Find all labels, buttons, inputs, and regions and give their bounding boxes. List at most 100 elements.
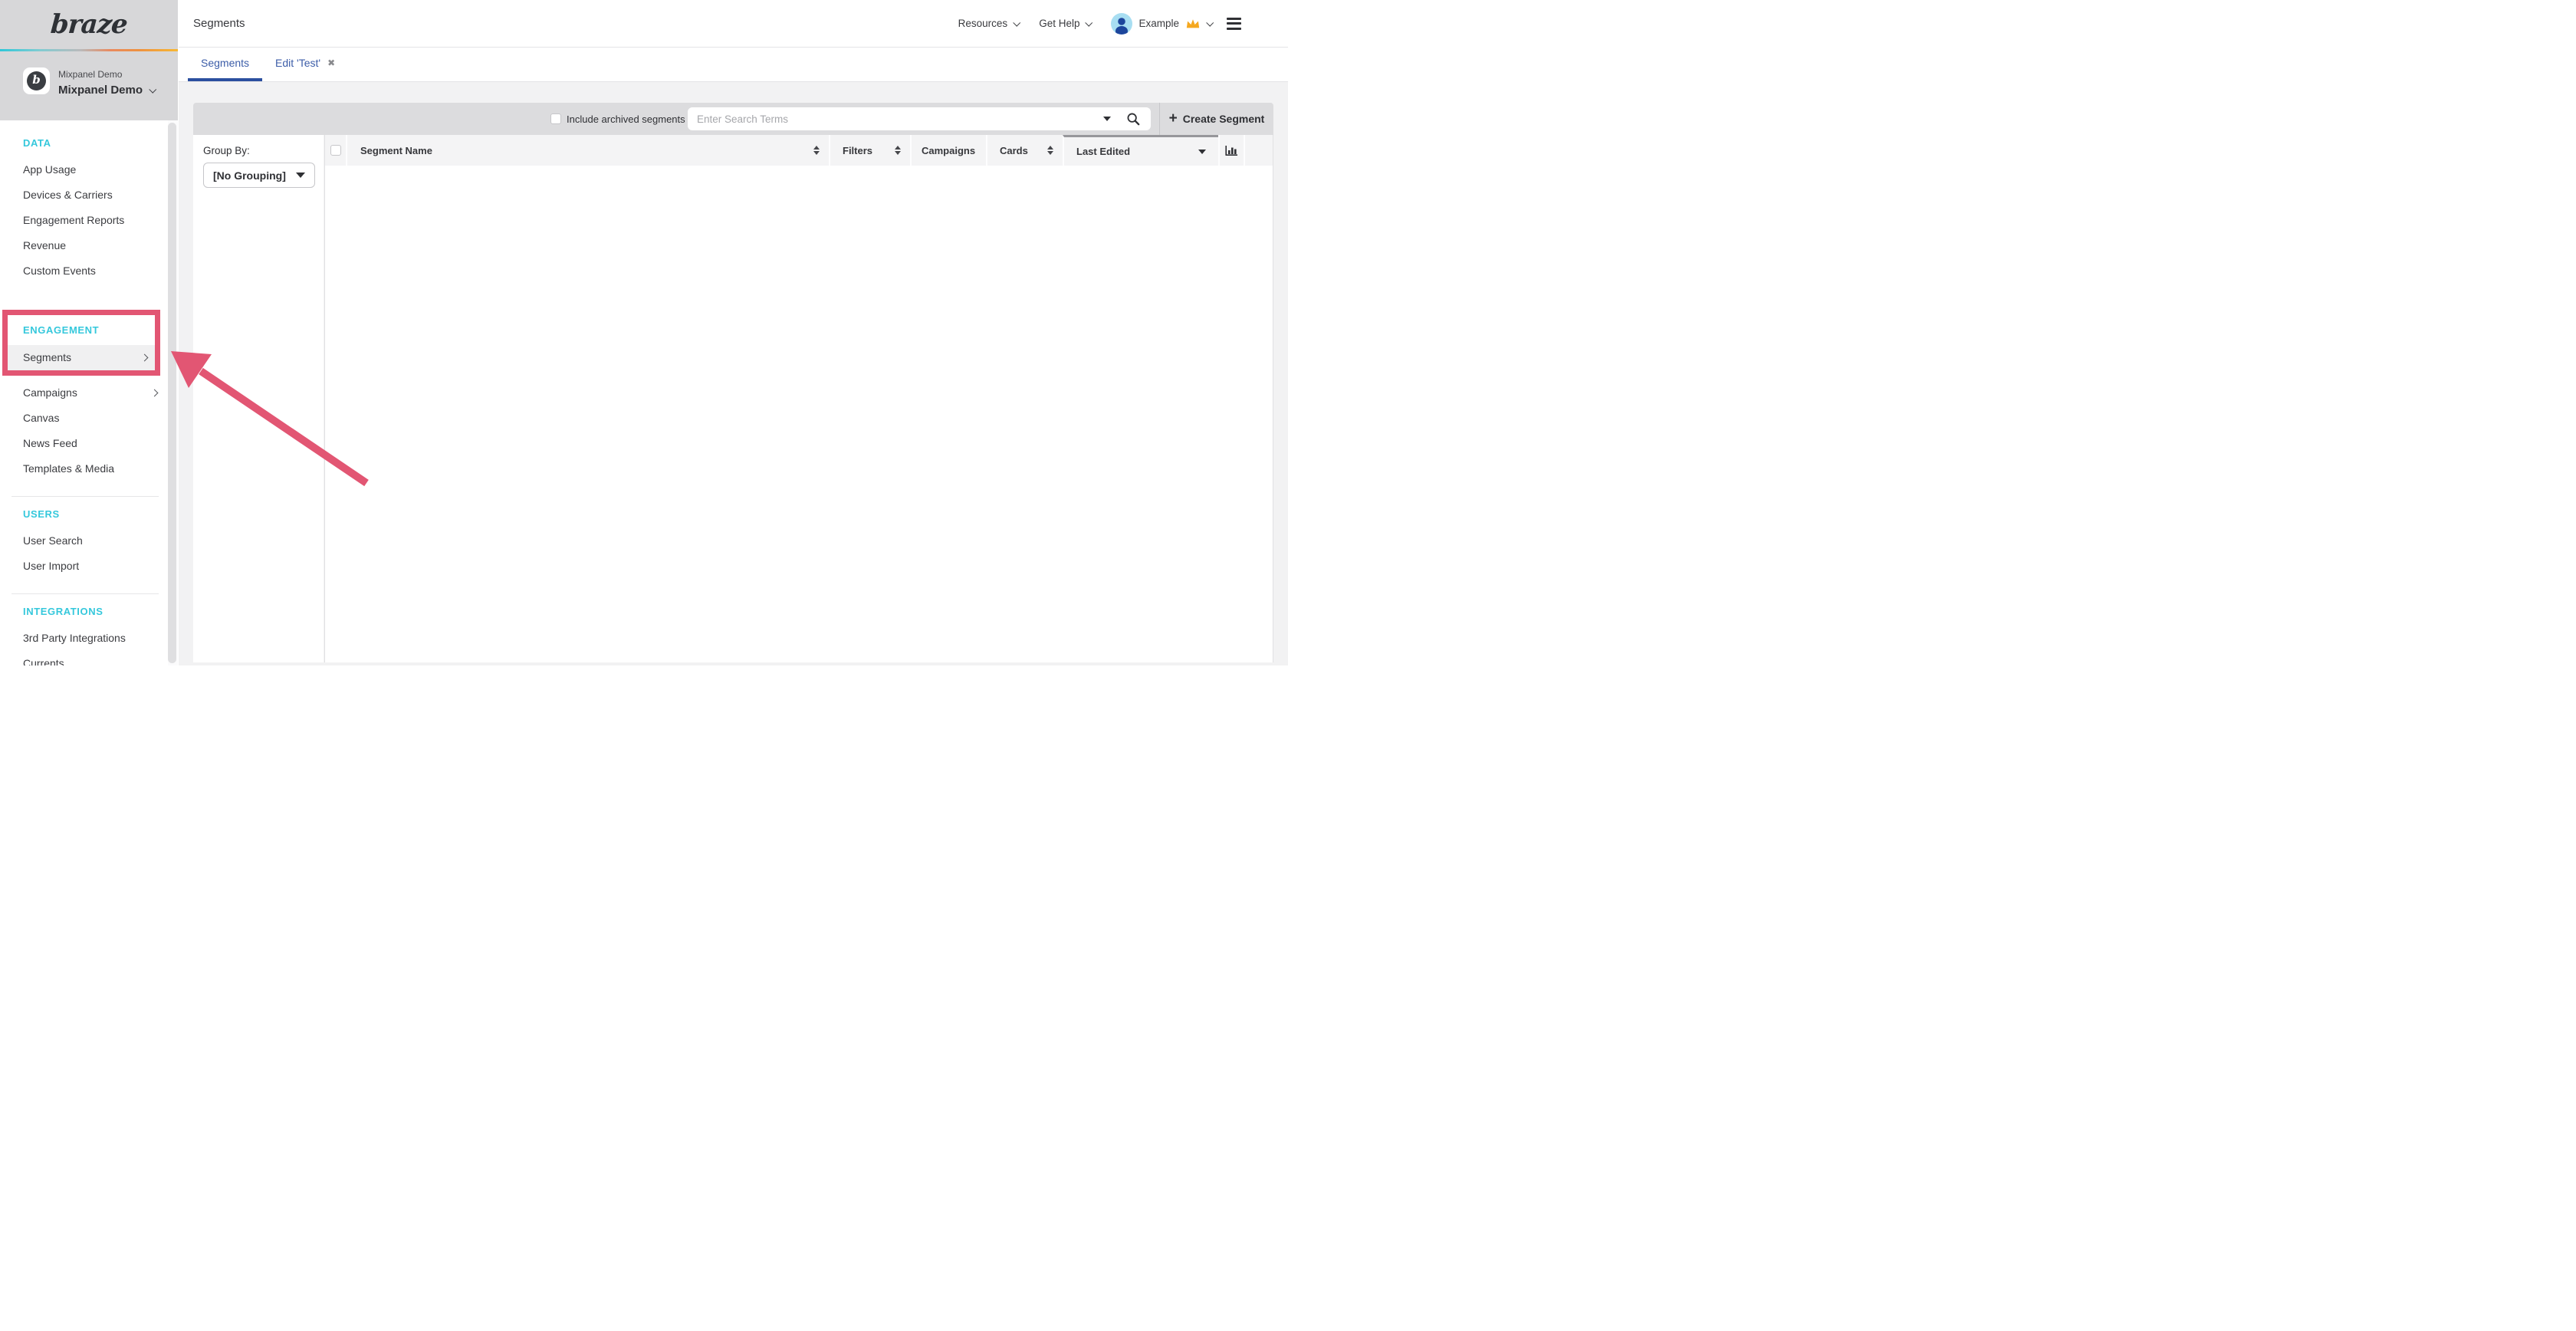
column-label: Last Edited [1076,146,1130,157]
search-dropdown-caret-icon[interactable] [1103,117,1111,121]
sidebar-item-custom-events[interactable]: Custom Events [0,258,168,284]
sort-icon [1047,146,1053,155]
sidebar-scrollbar-thumb[interactable] [168,123,176,663]
workspace-app-label: Mixpanel Demo [58,69,155,80]
top-header: Segments Resources Get Help [179,0,1288,48]
resources-menu[interactable]: Resources [958,18,1020,29]
segments-toolbar: Include archived segments + Create Segme… [193,103,1273,135]
search-input[interactable] [688,107,1151,130]
segments-table: Segment Name Filters Campaigns Cards [324,135,1273,662]
sidebar-item-user-search[interactable]: User Search [0,528,168,554]
column-label: Filters [843,145,872,156]
page-title: Segments [193,17,245,30]
brand-block: braze [0,0,178,49]
column-header-spacer [1244,135,1273,166]
tab-label: Segments [201,57,249,69]
sidebar-item-label: Segments [23,351,71,363]
annotation-highlight-box: ENGAGEMENT Segments [2,310,160,376]
sidebar-item-label: Engagement Reports [23,214,124,226]
get-help-label: Get Help [1039,18,1079,29]
table-header-row: Segment Name Filters Campaigns Cards [325,135,1273,166]
column-header-segment-name[interactable]: Segment Name [346,135,829,166]
select-all-checkbox[interactable] [330,145,341,156]
column-header-cards[interactable]: Cards [986,135,1063,166]
sidebar-section-engagement: ENGAGEMENT Segments Campaigns Canvas New… [0,310,168,481]
sidebar-item-news-feed[interactable]: News Feed [0,431,168,456]
group-by-value: [No Grouping] [213,169,286,182]
include-archived-checkbox[interactable] [550,113,561,124]
main-area: Segments Resources Get Help [179,0,1288,666]
chevron-right-icon [151,389,159,397]
get-help-menu[interactable]: Get Help [1039,18,1091,29]
sidebar-section-data: DATA App Usage Devices & Carriers Engage… [0,125,168,284]
column-label: Cards [1000,145,1028,156]
group-by-dropdown[interactable]: [No Grouping] [203,163,315,188]
sidebar-item-label: 3rd Party Integrations [23,632,126,644]
sidebar-item-label: Templates & Media [23,462,114,475]
chevron-right-icon [141,354,149,362]
sidebar-item-currents[interactable]: Currents [0,651,168,666]
sidebar-item-engagement-reports[interactable]: Engagement Reports [0,208,168,233]
create-segment-button[interactable]: + Create Segment [1160,103,1273,135]
column-header-campaigns[interactable]: Campaigns [910,135,986,166]
sidebar-scrollbar-track [168,120,178,666]
tab-edit-test[interactable]: Edit 'Test' ✖ [262,48,348,81]
workspace-app-icon: b [23,67,50,94]
topbar-right: Resources Get Help [958,13,1244,35]
create-segment-label: Create Segment [1183,113,1265,125]
tab-bar: Segments Edit 'Test' ✖ [179,48,1288,82]
column-label: Segment Name [360,145,432,156]
sort-icon [895,146,901,155]
sidebar-section-title-integrations: INTEGRATIONS [0,604,168,619]
chevron-down-icon [149,86,156,94]
workspace-switcher[interactable]: b Mixpanel Demo Mixpanel Demo [0,51,178,120]
column-header-filters[interactable]: Filters [829,135,910,166]
braze-dashboard: braze b Mixpanel Demo Mixpanel Demo DATA… [0,0,1288,666]
search-field [688,107,1151,130]
sidebar-item-user-import[interactable]: User Import [0,554,168,579]
sidebar-item-label: User Import [23,560,79,572]
close-icon[interactable]: ✖ [327,58,335,67]
workspace-name: Mixpanel Demo [58,84,143,97]
sort-icon [813,146,820,155]
search-icon[interactable] [1126,112,1140,126]
include-archived-label: Include archived segments [567,113,685,125]
user-name: Example [1138,18,1179,29]
sidebar-item-label: Campaigns [23,386,77,399]
group-by-panel: Group By: [No Grouping] [193,135,324,662]
chevron-down-icon [1206,19,1214,27]
sidebar-item-segments[interactable]: Segments [8,345,155,370]
sidebar-item-3rd-party-integrations[interactable]: 3rd Party Integrations [0,626,168,651]
select-all-cell [325,135,346,166]
caret-down-icon [296,173,305,178]
sidebar-item-templates-media[interactable]: Templates & Media [0,456,168,481]
sidebar-item-label: News Feed [23,437,77,449]
user-menu[interactable]: Example [1111,13,1212,35]
sidebar-divider [12,593,159,594]
tab-segments[interactable]: Segments [188,48,262,81]
chevron-down-icon [1086,19,1093,27]
column-label: Campaigns [922,145,975,156]
sidebar-section-integrations: INTEGRATIONS 3rd Party Integrations Curr… [0,604,168,666]
column-header-last-edited[interactable]: Last Edited [1063,135,1218,166]
segments-content: Include archived segments + Create Segme… [179,82,1288,662]
sidebar-section-title-data: DATA [0,136,168,151]
sidebar-item-label: Revenue [23,239,66,251]
sidebar-item-canvas[interactable]: Canvas [0,406,168,431]
table-body-empty [325,166,1273,662]
sidebar-section-title-engagement: ENGAGEMENT [8,323,155,338]
sidebar-nav: DATA App Usage Devices & Carriers Engage… [0,125,168,666]
column-header-analytics[interactable] [1218,135,1244,166]
sidebar-item-label: Custom Events [23,265,96,277]
sidebar-item-label: Canvas [23,412,59,424]
sidebar-item-campaigns[interactable]: Campaigns [0,380,168,406]
sidebar-item-devices-carriers[interactable]: Devices & Carriers [0,182,168,208]
sidebar-item-revenue[interactable]: Revenue [0,233,168,258]
sidebar-item-label: Currents [23,657,64,666]
sidebar-divider [12,496,159,497]
hamburger-menu-icon[interactable] [1224,15,1244,32]
avatar [1111,13,1132,35]
sidebar-item-label: User Search [23,534,83,547]
sidebar-item-app-usage[interactable]: App Usage [0,157,168,182]
sort-desc-caret-icon [1198,150,1206,154]
